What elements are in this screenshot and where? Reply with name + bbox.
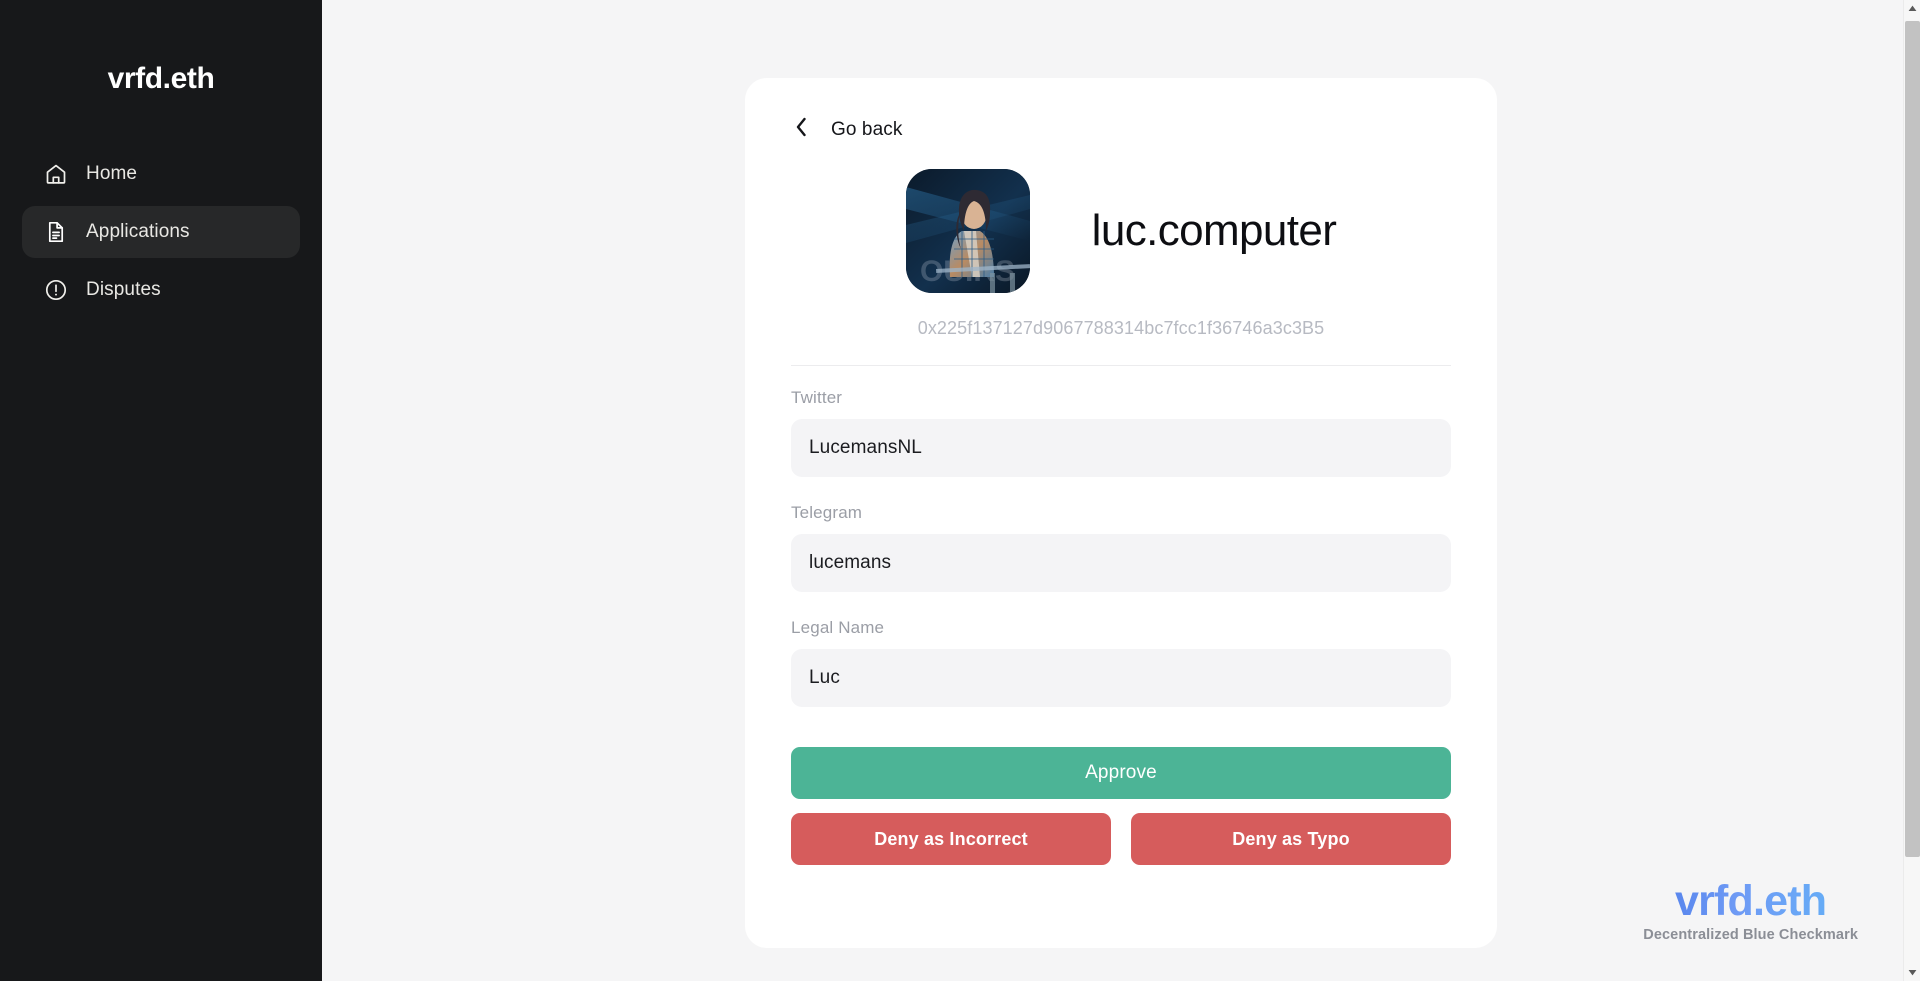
approve-button[interactable]: Approve: [791, 747, 1451, 799]
wallet-address: 0x225f137127d9067788314bc7fcc1f36746a3c3…: [917, 318, 1325, 338]
legal-name-value[interactable]: Luc: [791, 649, 1451, 707]
action-buttons: Approve Deny as Incorrect Deny as Typo: [791, 747, 1451, 865]
sidebar-nav: Home Applications Disputes: [0, 148, 322, 316]
chevron-left-icon: [793, 116, 809, 143]
scroll-up-arrow-icon[interactable]: [1904, 0, 1920, 17]
go-back-label: Go back: [831, 118, 903, 140]
telegram-value[interactable]: lucemans: [791, 534, 1451, 592]
field-label: Telegram: [791, 503, 863, 522]
house-icon: [44, 162, 68, 186]
deny-button-row: Deny as Incorrect Deny as Typo: [791, 813, 1451, 865]
page-title: luc.computer: [1091, 206, 1337, 255]
document-icon: [44, 220, 68, 244]
scroll-down-arrow-icon[interactable]: [1904, 964, 1920, 981]
main-content: Go back luc.computer 0x225f137127d906778…: [322, 0, 1920, 981]
twitter-value[interactable]: LucemansNL: [791, 419, 1451, 477]
sidebar: vrfd.eth Home Applications Disputes: [0, 0, 322, 981]
watermark-tagline: Decentralized Blue Checkmark: [1643, 927, 1858, 943]
vertical-scrollbar[interactable]: [1903, 0, 1920, 981]
exclamation-circle-icon: [44, 278, 68, 302]
field-label: Twitter: [791, 388, 843, 407]
sidebar-item-label: Home: [86, 163, 138, 184]
divider: [791, 365, 1451, 366]
brand-logo: vrfd.eth: [107, 62, 215, 95]
profile-header: OUIRS luc.computer: [791, 169, 1451, 293]
sidebar-item-applications[interactable]: Applications: [22, 206, 300, 258]
watermark-logo: vrfd.eth: [1643, 877, 1858, 925]
deny-as-typo-button[interactable]: Deny as Typo: [1131, 813, 1451, 865]
sidebar-item-label: Disputes: [86, 279, 161, 300]
field-telegram: Telegram lucemans: [791, 503, 1451, 592]
scrollbar-thumb[interactable]: [1904, 21, 1920, 857]
field-label: Legal Name: [791, 618, 885, 637]
sidebar-item-disputes[interactable]: Disputes: [22, 264, 300, 316]
field-legal-name: Legal Name Luc: [791, 618, 1451, 707]
scrollbar-track[interactable]: [1904, 17, 1920, 964]
application-fields: Twitter LucemansNL Telegram lucemans Leg…: [791, 388, 1451, 707]
application-review-card: Go back luc.computer 0x225f137127d906778…: [745, 78, 1497, 948]
sidebar-item-home[interactable]: Home: [22, 148, 300, 200]
watermark: vrfd.eth Decentralized Blue Checkmark: [1643, 877, 1858, 943]
go-back-button[interactable]: Go back: [791, 112, 904, 147]
sidebar-item-label: Applications: [86, 221, 190, 242]
avatar: OUIRS: [905, 169, 1030, 293]
field-twitter: Twitter LucemansNL: [791, 388, 1451, 477]
deny-as-incorrect-button[interactable]: Deny as Incorrect: [791, 813, 1111, 865]
